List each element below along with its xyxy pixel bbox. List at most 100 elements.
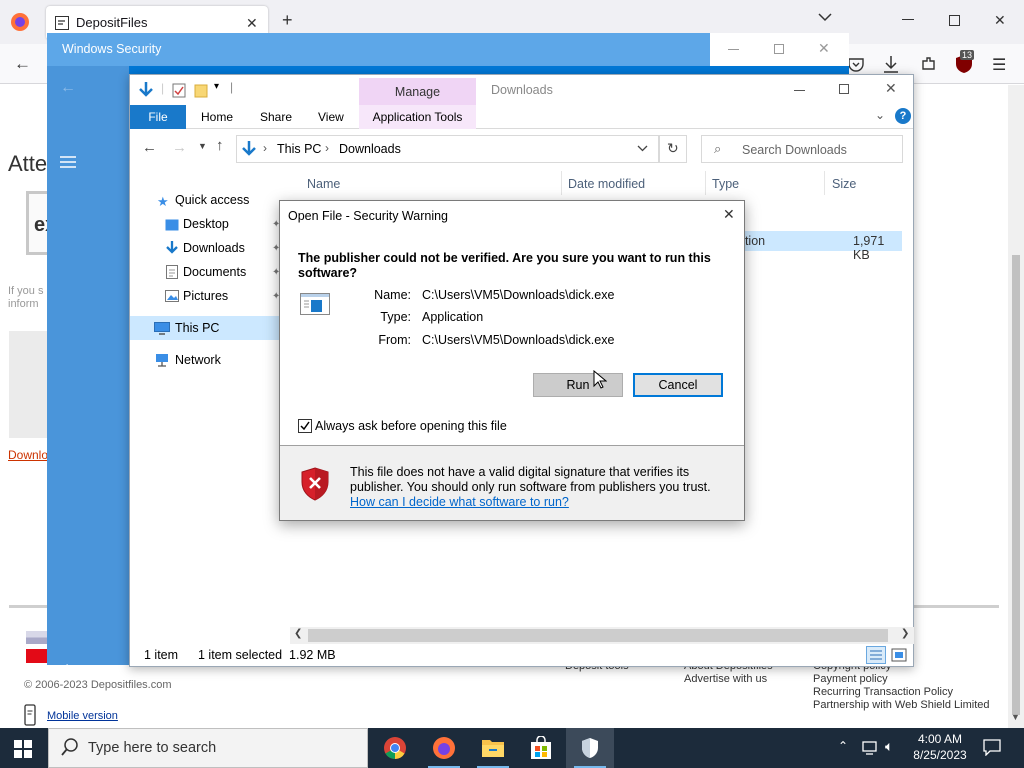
breadcrumb-separator-icon[interactable]: › <box>263 141 267 155</box>
footer-link[interactable]: Partnership with Web Shield Limited <box>813 699 990 711</box>
help-link[interactable]: How can I decide what software to run? <box>350 495 569 509</box>
pocket-icon[interactable] <box>848 57 864 72</box>
back-arrow-icon[interactable]: ← <box>142 139 157 156</box>
search-box[interactable]: ⌕ Search Downloads <box>701 135 903 163</box>
address-dropdown-icon[interactable] <box>637 145 648 152</box>
taskbar-clock[interactable]: 4:00 AM 8/25/2023 <box>904 731 976 763</box>
customize-qat-icon[interactable]: ▾ <box>214 81 219 92</box>
close-icon[interactable]: ✕ <box>723 206 735 223</box>
column-date-modified[interactable]: Date modified <box>568 177 645 191</box>
run-button[interactable]: Run <box>533 373 623 397</box>
hamburger-menu-icon[interactable] <box>60 156 76 168</box>
footer-link[interactable]: Payment policy <box>813 673 888 685</box>
tab-home[interactable]: Home <box>201 110 233 124</box>
taskbar-app-firefox[interactable] <box>420 728 468 768</box>
column-size[interactable]: Size <box>832 177 856 191</box>
taskbar-search-box[interactable]: Type here to search <box>48 728 368 768</box>
scroll-right-icon[interactable]: ❯ <box>901 628 909 639</box>
footer-link[interactable]: Recurring Transaction Policy <box>813 686 953 698</box>
windows-start-icon[interactable] <box>14 740 32 758</box>
nav-documents[interactable]: Documents <box>183 265 246 279</box>
breadcrumb-separator-icon[interactable]: › <box>325 141 329 155</box>
tab-view[interactable]: View <box>318 110 344 124</box>
language-flag-icon[interactable] <box>26 631 48 644</box>
up-arrow-icon[interactable]: ↑ <box>216 137 224 154</box>
download-arrow-icon <box>138 81 154 99</box>
nav-quick-access[interactable]: Quick access <box>175 193 249 207</box>
column-type[interactable]: Type <box>712 177 739 191</box>
footer-link[interactable]: Advertise with us <box>684 673 767 685</box>
taskbar-app-store[interactable] <box>517 728 565 768</box>
close-tab-icon[interactable]: ✕ <box>246 15 258 32</box>
column-divider[interactable] <box>705 171 706 195</box>
mobile-version-link[interactable]: Mobile version <box>47 710 118 722</box>
refresh-button[interactable]: ↻ <box>659 135 687 163</box>
column-divider[interactable] <box>561 171 562 195</box>
column-divider[interactable] <box>824 171 825 195</box>
tab-application-tools[interactable]: Application Tools <box>359 105 476 129</box>
always-ask-label[interactable]: Always ask before opening this file <box>315 419 507 433</box>
minimize-icon[interactable] <box>728 49 739 50</box>
taskbar-app-file-explorer[interactable] <box>469 728 517 768</box>
scroll-down-icon[interactable]: ▼ <box>1011 712 1020 722</box>
column-name[interactable]: Name <box>307 177 340 191</box>
back-arrow-icon[interactable]: ← <box>60 79 76 97</box>
expand-ribbon-icon[interactable]: ⌄ <box>875 108 885 122</box>
volume-icon[interactable]: 🔈︎ <box>885 738 893 755</box>
large-icons-view-icon[interactable] <box>891 648 907 662</box>
tab-file[interactable]: File <box>130 105 186 129</box>
address-bar[interactable]: › This PC › Downloads <box>236 135 659 163</box>
details-view-icon[interactable] <box>866 646 886 664</box>
taskbar-app-windows-security[interactable] <box>566 728 614 768</box>
scrollbar-thumb[interactable] <box>1012 255 1020 715</box>
window-controls: ✕ <box>710 33 849 66</box>
breadcrumb-downloads[interactable]: Downloads <box>339 142 401 156</box>
recent-locations-icon[interactable]: ▼ <box>198 141 207 151</box>
network-status-icon[interactable] <box>862 740 880 756</box>
nav-pictures[interactable]: Pictures <box>183 289 228 303</box>
maximize-icon[interactable] <box>839 84 849 94</box>
ribbon-tab-bar: File Home Share View Application Tools ⌄… <box>130 105 913 129</box>
selection-info: 1 item selected 1.92 MB <box>198 648 336 662</box>
cancel-button[interactable]: Cancel <box>633 373 723 397</box>
download-link[interactable]: Downlo <box>8 448 48 462</box>
forward-arrow-icon[interactable]: → <box>172 139 187 156</box>
scroll-left-icon[interactable]: ❮ <box>294 628 302 639</box>
horizontal-scrollbar[interactable]: ❮ ❯ <box>290 627 914 644</box>
menu-icon[interactable]: ☰ <box>992 55 1006 75</box>
back-arrow-icon[interactable]: ← <box>14 54 31 74</box>
nav-desktop[interactable]: Desktop <box>183 217 229 231</box>
turkey-flag-icon[interactable] <box>26 649 48 663</box>
page-scrollbar[interactable]: ▼ <box>1008 85 1024 728</box>
nav-network[interactable]: Network <box>175 353 221 367</box>
firefox-icon[interactable] <box>10 12 30 32</box>
properties-icon[interactable] <box>172 83 186 98</box>
network-icon <box>154 353 170 367</box>
breadcrumb-this-pc[interactable]: This PC <box>277 142 321 156</box>
nav-this-pc[interactable]: This PC <box>175 321 219 335</box>
settings-label[interactable]: Settin <box>96 662 132 678</box>
close-window-icon[interactable]: ✕ <box>994 12 1006 29</box>
show-hidden-icons-icon[interactable]: ⌃ <box>838 739 848 753</box>
new-folder-icon[interactable] <box>194 83 208 98</box>
close-icon[interactable]: ✕ <box>818 40 830 57</box>
notifications-icon[interactable] <box>983 739 1001 756</box>
close-icon[interactable]: ✕ <box>885 80 897 97</box>
minimize-icon[interactable] <box>902 19 914 20</box>
nav-downloads[interactable]: Downloads <box>183 241 245 255</box>
always-ask-checkbox[interactable] <box>298 419 312 433</box>
minimize-icon[interactable] <box>794 90 805 91</box>
restore-icon[interactable] <box>949 15 960 26</box>
new-tab-icon[interactable]: + <box>282 10 293 31</box>
maximize-icon[interactable] <box>774 44 784 54</box>
extensions-icon[interactable] <box>920 55 937 72</box>
manage-context-tab[interactable]: Manage <box>359 78 476 105</box>
settings-gear-icon[interactable]: ⚙ <box>60 661 74 681</box>
help-icon[interactable]: ? <box>895 108 911 124</box>
downloads-icon[interactable] <box>883 55 899 73</box>
windows-security-titlebar: Windows Security ✕ <box>47 33 849 66</box>
taskbar-app-chrome[interactable] <box>371 728 419 768</box>
scrollbar-thumb[interactable] <box>308 629 888 642</box>
tab-share[interactable]: Share <box>260 110 292 124</box>
list-tabs-icon[interactable] <box>818 12 832 22</box>
